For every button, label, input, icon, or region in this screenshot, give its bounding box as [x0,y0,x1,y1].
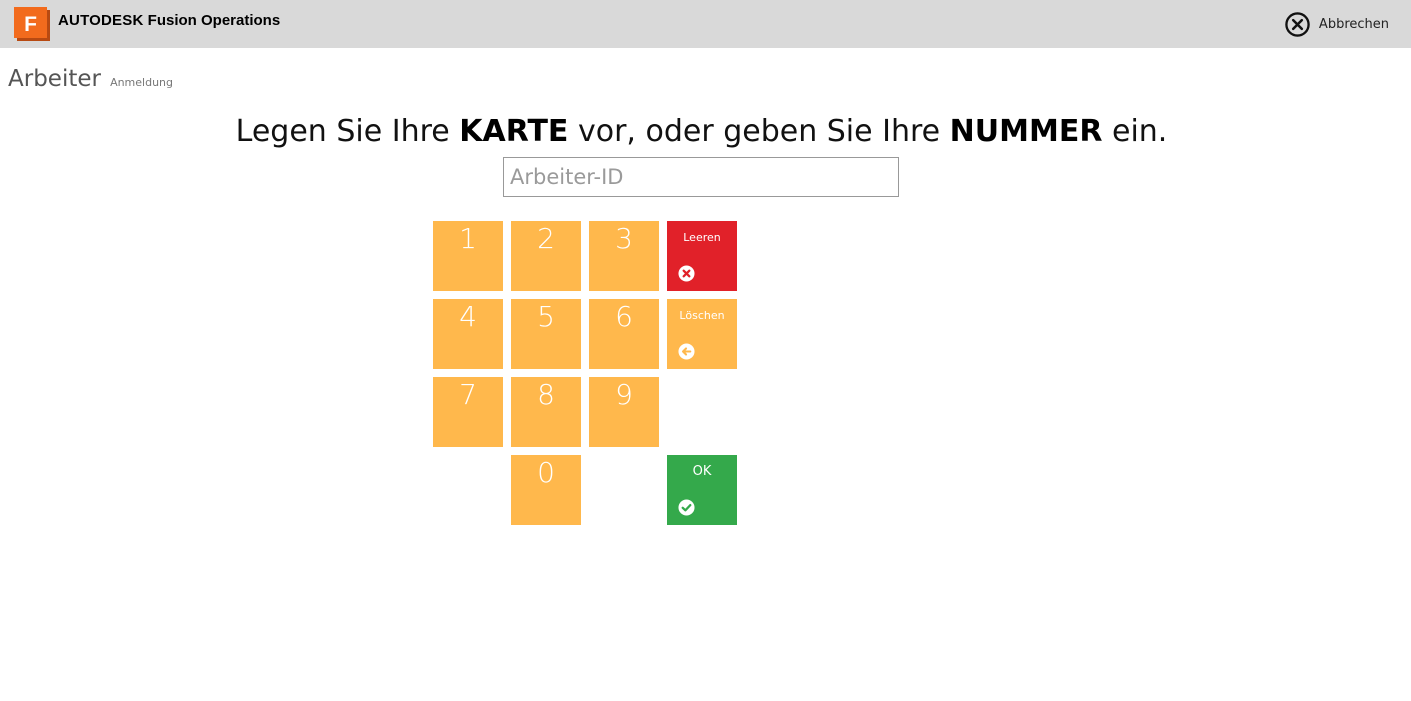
key-9[interactable]: 9 [589,377,659,447]
ok-button[interactable]: OK [667,455,737,525]
cancel-label: Abbrechen [1318,16,1389,32]
key-7[interactable]: 7 [433,377,503,447]
ok-label: OK [692,464,712,479]
key-3[interactable]: 3 [589,221,659,291]
key-3-label: 3 [615,222,633,255]
close-circle-icon [1285,11,1310,37]
brand-name: AUTODESK Fusion Operations [58,12,280,29]
fusion-logo-icon: F [14,7,50,41]
instruction-number: NUMMER [949,114,1103,149]
key-5-label: 5 [537,300,555,333]
page-subtitle: Anmeldung [110,76,174,89]
delete-label: Löschen [679,309,725,322]
check-circle-icon [678,499,695,516]
key-6[interactable]: 6 [589,299,659,369]
instruction-part2: vor, oder geben Sie Ihre [568,114,950,149]
x-circle-icon [678,265,695,282]
brand-autodesk: AUTODESK [58,12,144,29]
key-4[interactable]: 4 [433,299,503,369]
worker-id-input[interactable] [503,157,899,197]
key-6-label: 6 [615,300,633,333]
instruction-part1: Legen Sie Ihre [235,114,460,149]
instruction-part3: ein. [1102,114,1168,149]
logo-letter: F [24,13,37,36]
cancel-button[interactable]: Abbrechen [1284,10,1389,38]
key-1-label: 1 [459,222,477,255]
brand-product: Fusion Operations [147,12,281,29]
key-7-label: 7 [459,378,477,411]
key-1[interactable]: 1 [433,221,503,291]
key-0[interactable]: 0 [511,455,581,525]
page-title: Arbeiter Anmeldung [8,66,173,92]
key-5[interactable]: 5 [511,299,581,369]
key-0-label: 0 [537,456,555,489]
key-4-label: 4 [459,300,477,333]
delete-button[interactable]: Löschen [667,299,737,369]
key-8[interactable]: 8 [511,377,581,447]
clear-button[interactable]: Leeren [667,221,737,291]
instruction-card: KARTE [459,114,569,149]
key-2-label: 2 [537,222,555,255]
key-8-label: 8 [537,378,555,411]
arrow-left-circle-icon [678,343,695,360]
key-2[interactable]: 2 [511,221,581,291]
top-bar: F AUTODESK Fusion Operations Abbrechen [0,0,1411,48]
page-title-main: Arbeiter [8,66,101,92]
clear-label: Leeren [683,231,721,244]
instruction-text: Legen Sie Ihre KARTE vor, oder geben Sie… [0,114,1403,149]
key-9-label: 9 [615,378,633,411]
